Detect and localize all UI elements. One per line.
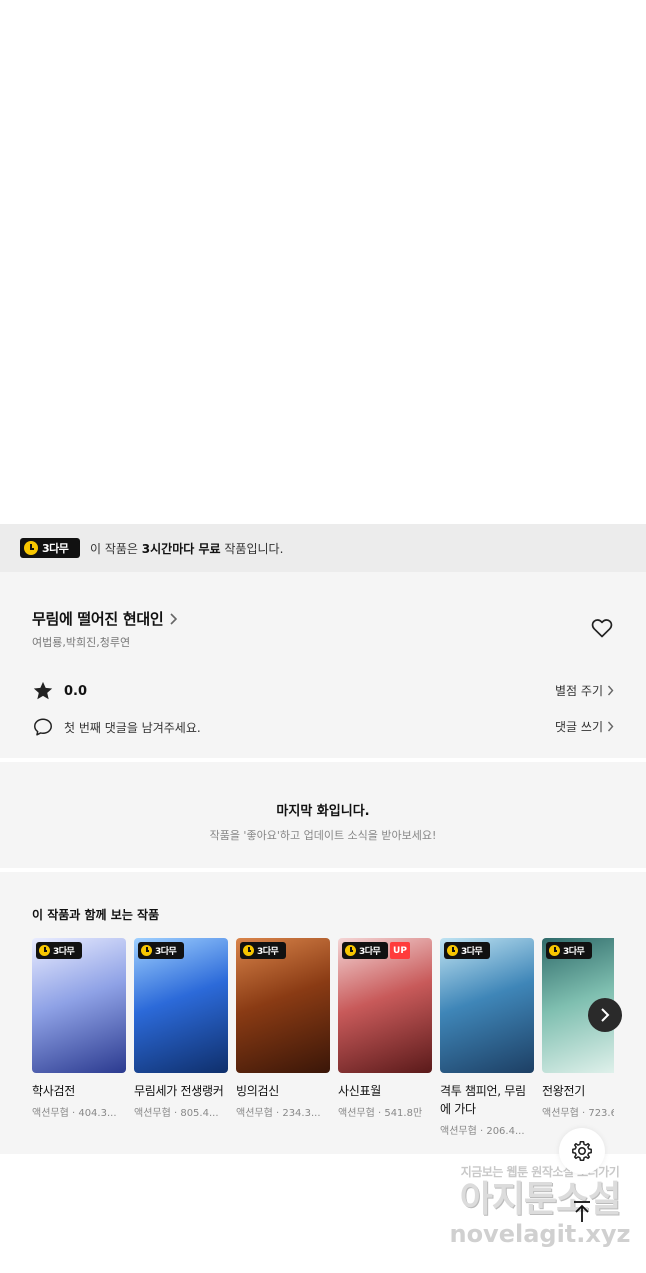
recommendations-carousel: 3다무 학사검전 액션무협 · 404.3... 3다무 무림세가 전생랭커 액션무협 ·… [32,938,614,1148]
series-info: 무림에 떨어진 현대인 여법룡,박희진,청루연 0.0 별점 주기 첫 번째 댓… [0,572,646,762]
free-badge: 3다무 [20,538,80,558]
scroll-to-top-button[interactable] [566,1196,598,1228]
rating-value: 0.0 [64,683,88,699]
card-title: 학사검전 [32,1084,75,1098]
free-badge: 3다무 [546,942,592,959]
watermark: 지금보는 웹툰 원작소설 보러가기 아지툰소설 novelagit.xyz [440,1163,640,1248]
last-episode-subtitle: 작품을 '좋아요'하고 업데이트 소식을 받아보세요! [209,829,437,842]
free-badge-label: 3다무 [53,947,75,957]
free-banner-highlight: 3시간마다 무료 [141,541,221,556]
card-meta: 액션무협 · 206.4... [440,1126,525,1137]
last-episode-title: 마지막 화입니다. [276,804,370,819]
free-banner-suffix: 작품입니다. [220,541,284,556]
chevron-right-icon [607,685,614,696]
recommendation-card[interactable]: 3다무학사검전액션무협 · 404.3... [32,938,126,1119]
free-badge-label: 3다무 [257,947,279,957]
free-badge: 3다무 [240,942,286,959]
series-title: 무림에 떨어진 현대인 [32,610,164,628]
content-area-blank [0,0,646,524]
rate-button-label: 별점 주기 [555,684,603,698]
speech-bubble-icon [34,718,52,736]
card-title: 격투 챔피언, 무림에 가다 [440,1084,526,1116]
heart-icon[interactable] [590,616,614,640]
gear-icon [572,1141,592,1161]
free-badge-label: 3다무 [359,947,381,957]
clock-icon [141,945,152,956]
card-title: 무림세가 전생랭커 [134,1084,224,1098]
free-badge: 3다무 [138,942,184,959]
cover-thumbnail: 3다무 [236,938,330,1073]
carousel-next-button[interactable] [588,998,622,1032]
free-badge-label: 3다무 [461,947,483,957]
card-meta: 액션무협 · 541.8만 [338,1108,423,1119]
card-meta: 액션무협 · 234.3... [236,1108,321,1119]
rating-display: 0.0 [32,680,87,702]
chevron-right-icon [601,1008,610,1022]
write-comment-label: 댓글 쓰기 [555,720,603,734]
free-badge: 3다무 [342,942,388,959]
card-meta: 액션무협 · 404.3... [32,1108,117,1119]
rate-button[interactable]: 별점 주기 [555,682,614,699]
chevron-right-icon [170,612,178,625]
recommendations-heading: 이 작품과 함께 보는 작품 [32,908,160,922]
card-meta: 액션무협 · 805.4... [134,1108,219,1119]
watermark-line1: 지금보는 웹툰 원작소설 보러가기 [460,1165,620,1179]
card-title: 전왕전기 [542,1084,585,1098]
recommendation-card[interactable]: 3다무빙의검신액션무협 · 234.3... [236,938,330,1119]
clock-icon [549,945,560,956]
free-banner-message: 이 작품은 3시간마다 무료 작품입니다. [90,540,283,557]
clock-icon [447,945,458,956]
comment-prompt-row[interactable]: 첫 번째 댓글을 남겨주세요. [32,716,201,738]
free-badge: 3다무 [444,942,490,959]
clock-icon [24,541,38,555]
star-icon [33,681,53,700]
card-title: 빙의검신 [236,1084,279,1098]
cover-thumbnail: 3다무 [440,938,534,1073]
free-banner-prefix: 이 작품은 [90,541,142,556]
free-badge-label: 3다무 [42,542,69,555]
recommendation-card[interactable]: 3다무격투 챔피언, 무림에 가다액션무협 · 206.4... [440,938,534,1137]
update-badge: UP [390,942,410,959]
chevron-right-icon [607,721,614,732]
arrow-up-icon [574,1201,590,1222]
free-every-3-hours-banner: 3다무 이 작품은 3시간마다 무료 작품입니다. [0,524,646,572]
recommendations-section: 이 작품과 함께 보는 작품 3다무 학사검전 액션무협 · 404.3... 3다무… [0,872,646,1154]
settings-button[interactable] [559,1128,605,1174]
free-badge: 3다무 [36,942,82,959]
recommendation-card[interactable]: 3다무 UP 사신표월액션무협 · 541.8만 [338,938,432,1119]
last-episode-notice: 마지막 화입니다. 작품을 '좋아요'하고 업데이트 소식을 받아보세요! [0,762,646,872]
comment-prompt: 첫 번째 댓글을 남겨주세요. [64,720,201,735]
card-meta: 액션무협 · 723.6... [542,1108,614,1119]
series-authors: 여법룡,박희진,청루연 [32,636,131,649]
card-title: 사신표월 [338,1084,381,1098]
clock-icon [39,945,50,956]
watermark-line3: novelagit.xyz [449,1220,631,1248]
clock-icon [243,945,254,956]
cover-thumbnail: 3다무 [32,938,126,1073]
clock-icon [345,945,356,956]
free-badge-label: 3다무 [155,947,177,957]
cover-thumbnail: 3다무 [134,938,228,1073]
watermark-line2: 아지툰소설 [459,1179,622,1220]
cover-thumbnail: 3다무 UP [338,938,432,1073]
recommendation-card[interactable]: 3다무무림세가 전생랭커액션무협 · 805.4... [134,938,228,1119]
free-badge-label: 3다무 [563,947,585,957]
series-title-link[interactable]: 무림에 떨어진 현대인 [32,608,178,629]
write-comment-button[interactable]: 댓글 쓰기 [555,718,614,735]
